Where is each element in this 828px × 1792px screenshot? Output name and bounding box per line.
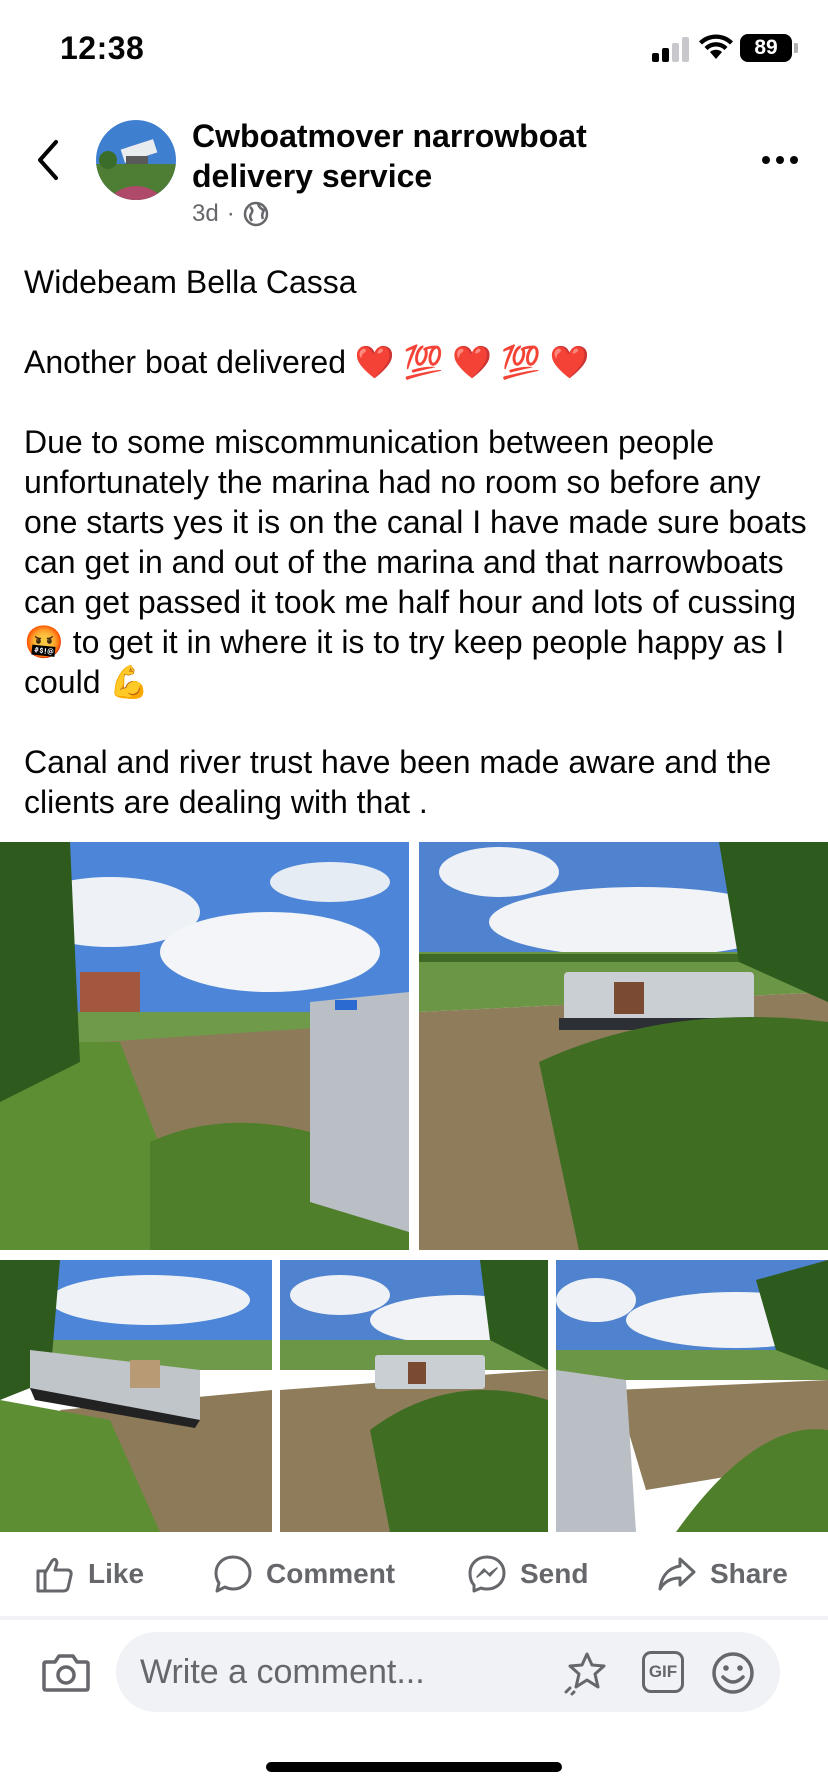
post-paragraph: Widebeam Bella Cassa bbox=[24, 264, 357, 300]
status-time: 12:38 bbox=[60, 30, 145, 66]
share-button[interactable]: Share bbox=[656, 1536, 788, 1612]
share-arrow-icon bbox=[658, 1557, 696, 1591]
comment-box: GIF bbox=[116, 1632, 780, 1712]
post-age[interactable]: 3d bbox=[192, 200, 219, 228]
home-indicator[interactable] bbox=[266, 1762, 562, 1772]
post-paragraph: Another boat delivered ❤️ 💯 ❤️ 💯 ❤️ bbox=[24, 344, 590, 380]
post-photo-3[interactable] bbox=[0, 1260, 272, 1532]
gif-button[interactable]: GIF bbox=[642, 1651, 684, 1693]
post-photo-5[interactable] bbox=[556, 1260, 828, 1532]
emoji-icon[interactable] bbox=[710, 1650, 756, 1696]
post-meta: 3d · bbox=[192, 200, 269, 228]
post-photo-1[interactable] bbox=[0, 842, 409, 1250]
messenger-icon bbox=[468, 1555, 506, 1593]
send-button[interactable]: Send bbox=[466, 1536, 588, 1612]
comment-input[interactable] bbox=[140, 1632, 540, 1712]
like-button[interactable]: Like bbox=[34, 1536, 144, 1612]
post-body: Widebeam Bella Cassa Another boat delive… bbox=[24, 262, 814, 822]
share-label: Share bbox=[710, 1558, 788, 1589]
post-paragraph: Due to some miscommunication between peo… bbox=[24, 424, 807, 700]
like-label: Like bbox=[88, 1558, 145, 1589]
meta-separator: · bbox=[226, 200, 235, 227]
thumbs-up-icon bbox=[36, 1557, 73, 1593]
comment-button[interactable]: Comment bbox=[212, 1536, 395, 1612]
post-action-bar: Like Comment Send Share bbox=[0, 1536, 828, 1612]
send-label: Send bbox=[520, 1558, 589, 1589]
wifi-icon bbox=[699, 34, 733, 59]
comment-bubble-icon bbox=[214, 1555, 252, 1593]
battery-tip bbox=[794, 43, 798, 53]
post-photo-4[interactable] bbox=[280, 1260, 548, 1532]
camera-icon[interactable] bbox=[40, 1648, 92, 1696]
section-divider bbox=[0, 1616, 828, 1620]
page-name[interactable]: Cwboatmover narrowboat delivery service bbox=[192, 116, 662, 196]
back-button[interactable] bbox=[30, 136, 66, 184]
battery-indicator: 89 bbox=[740, 34, 792, 62]
cellular-signal-icon bbox=[652, 36, 692, 62]
gif-label: GIF bbox=[648, 1662, 678, 1681]
avatar-sticker-icon[interactable] bbox=[564, 1650, 610, 1696]
globe-icon bbox=[243, 201, 268, 227]
status-bar: 12:38 89 bbox=[0, 0, 828, 96]
post-photo-2[interactable] bbox=[419, 842, 828, 1250]
page-avatar[interactable] bbox=[96, 120, 176, 200]
post-paragraph: Canal and river trust have been made awa… bbox=[24, 744, 772, 820]
more-options-button[interactable] bbox=[758, 150, 802, 170]
comment-label: Comment bbox=[266, 1558, 396, 1589]
